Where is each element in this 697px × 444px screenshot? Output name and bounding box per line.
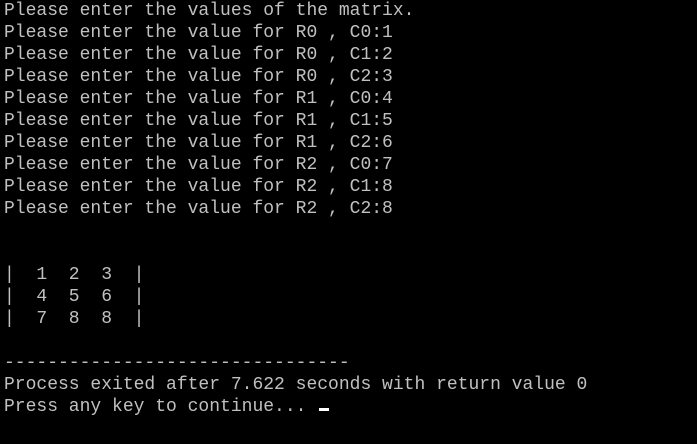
exit-message: Process exited after 7.622 seconds with …	[4, 375, 588, 395]
input-line: Please enter the value for R0 , C2:3	[4, 67, 393, 87]
input-line: Please enter the value for R1 , C1:5	[4, 111, 393, 131]
matrix-row: | 1 2 3 |	[4, 265, 145, 285]
matrix-row: | 4 5 6 |	[4, 287, 145, 307]
separator-line: --------------------------------	[4, 353, 350, 373]
input-line: Please enter the value for R1 , C2:6	[4, 133, 393, 153]
input-line: Please enter the value for R1 , C0:4	[4, 89, 393, 109]
continue-prompt-line: Press any key to continue...	[4, 396, 697, 418]
input-line: Please enter the value for R0 , C1:2	[4, 45, 393, 65]
console-window[interactable]: Please enter the values of the matrix. P…	[0, 0, 697, 444]
continue-prompt: Press any key to continue...	[4, 397, 318, 417]
cursor-icon	[319, 408, 330, 411]
matrix-row: | 7 8 8 |	[4, 309, 145, 329]
prompt-header: Please enter the values of the matrix.	[4, 1, 415, 21]
input-line: Please enter the value for R2 , C0:7	[4, 155, 393, 175]
input-line: Please enter the value for R2 , C1:8	[4, 177, 393, 197]
input-line: Please enter the value for R0 , C0:1	[4, 23, 393, 43]
input-line: Please enter the value for R2 , C2:8	[4, 199, 393, 219]
